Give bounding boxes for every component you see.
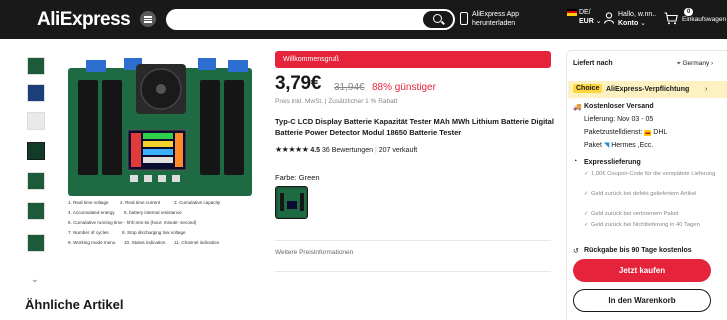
menu-icon[interactable] — [140, 11, 156, 27]
chevron-down-icon[interactable]: ⌄ — [31, 274, 39, 285]
thumbnail-7[interactable] — [27, 234, 45, 252]
app-download-link[interactable]: AliExpress App herunterladen — [472, 10, 519, 28]
check-icon: ✓ — [584, 222, 589, 228]
original-price: 31,94€ — [334, 82, 365, 93]
feature-7: 7. Number of cycles — [68, 230, 109, 235]
discount-label: 88% günstiger — [372, 82, 436, 93]
feature-5: 5. battery internal resistance — [124, 210, 182, 215]
aliexpress-logo[interactable]: AliExpress — [37, 9, 131, 31]
chevron-down-icon: ⌄ — [595, 18, 602, 25]
choice-commitment: AliExpress-Verpflichtung — [606, 86, 690, 93]
phone-icon — [460, 12, 468, 25]
return-icon: ↺ — [573, 248, 579, 255]
check-icon: ✓ — [584, 171, 589, 177]
feature-10: 10. Status indication — [124, 240, 166, 245]
check-icon: ✓ — [584, 211, 589, 217]
tax-note: Preis inkl. MwSt. | Zusätzlicher 1 % Rab… — [275, 98, 398, 105]
refund-no-delivery: Geld zurück bei Nichtlieferung in 40 Tag… — [591, 222, 700, 228]
divider — [275, 240, 551, 241]
search-input[interactable] — [166, 9, 455, 30]
language-currency-selector[interactable]: DE/ EUR ⌄ — [567, 8, 602, 26]
germany-flag-icon — [567, 8, 577, 16]
feature-3: 3. Cumulative capacity — [174, 200, 221, 205]
feature-11: 11. Channel indication — [174, 240, 220, 245]
feature-1: 1. Real time voltage — [68, 200, 109, 205]
chevron-down-icon: ⌄ — [640, 20, 647, 27]
carrier-hermes: Paket ◥ Hermes ,Ecc. — [584, 142, 654, 149]
express-delivery-label: Expresslieferung — [584, 159, 641, 166]
color-label: Farbe: Green — [275, 173, 320, 182]
thumbnail-3[interactable] — [27, 112, 45, 130]
thumbnail-4-selected[interactable] — [27, 142, 45, 160]
add-to-cart-button[interactable]: In den Warenkorb — [573, 289, 711, 312]
carrier-dhl: Paketzustelldienst: ▬ DHL — [584, 129, 668, 136]
clock-icon: ◔ — [573, 158, 578, 165]
chevron-right-icon: › — [705, 86, 708, 93]
more-price-info-link[interactable]: Weitere Preisinformationen — [275, 249, 353, 256]
search-button[interactable] — [423, 11, 453, 28]
thumbnail-2[interactable] — [27, 84, 45, 102]
hermes-logo-icon: ◥ — [603, 142, 610, 149]
top-header: AliExpress AliExpress App herunterladen … — [0, 0, 727, 39]
dhl-logo-icon: ▬ — [644, 130, 652, 136]
choice-badge: Choice — [573, 84, 603, 93]
refund-damaged: Geld zurück bei defekt geliefertem Artik… — [591, 191, 697, 197]
color-swatch-green[interactable] — [275, 186, 308, 219]
account-menu[interactable]: Hallo, w.nn.. Konto ⌄ — [618, 10, 656, 28]
welcome-banner: Willkommensgruß — [275, 51, 551, 68]
star-rating-icon: ★★★★★ — [275, 145, 309, 154]
truck-icon: 🚚 — [573, 104, 582, 111]
free-returns-label: Rückgabe bis 90 Tage kostenlos — [584, 247, 692, 254]
thumbnail-6[interactable] — [27, 202, 45, 220]
coupon-late-delivery: 1,00€ Coupon-Code für die verspätete Lie… — [591, 171, 716, 177]
cart-icon[interactable] — [664, 12, 678, 25]
product-title: Typ-C LCD Display Batterie Kapazität Tes… — [275, 117, 554, 137]
chevron-right-icon: › — [711, 60, 714, 67]
feature-6: 6. Cumulative running time - hhh:mm:ss (… — [68, 220, 197, 225]
feature-2: 2. Real time current — [120, 200, 161, 205]
buy-now-button[interactable]: Jetzt kaufen — [573, 259, 711, 282]
delivery-date: Lieferung: Nov 03 - 05 — [584, 116, 654, 123]
current-price: 3,79€ — [275, 73, 322, 94]
cart-count-badge: 0 — [684, 8, 694, 16]
user-icon — [604, 12, 614, 24]
feature-4: 4. Accumulated energy — [68, 210, 115, 215]
feature-8: 8. Stop discharging low voltage — [122, 230, 186, 235]
rating-row[interactable]: ★★★★★ 4.5 36 Bewertungen | 207 verkauft — [275, 145, 417, 154]
ship-location-selector[interactable]: ⌖ Germany › — [677, 60, 713, 68]
thumbnail-5[interactable] — [27, 172, 45, 190]
ship-to-label: Liefert nach — [573, 60, 613, 67]
cart-label[interactable]: Einkaufswagen — [682, 16, 726, 23]
thumbnail-1[interactable] — [27, 57, 45, 75]
divider — [275, 271, 551, 272]
feature-9: 9. Working mode menu — [68, 240, 116, 245]
location-pin-icon: ⌖ — [677, 60, 681, 67]
check-icon: ✓ — [584, 191, 589, 197]
refund-lost: Geld zurück bei verlorenem Paket — [591, 211, 679, 217]
free-shipping-label: Kostenloser Versand — [584, 103, 654, 110]
similar-items-heading: Ähnliche Artikel — [25, 297, 124, 312]
